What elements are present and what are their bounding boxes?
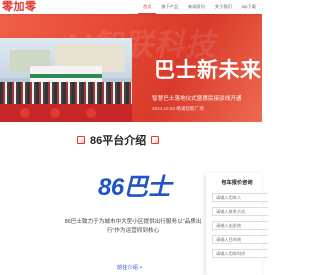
intro-description: 86巴士致力于为城市中大型小区提供出行服务以"品质出行"作为运营抓到核心 [64,219,202,234]
banner-subtitle: 智慧巴士落地仪式暨惠民接驳线开通 [152,96,242,102]
banner-headline: 巴士新未来 [154,59,262,82]
charter-quote-form: 包车报价咨询 [206,173,268,275]
form-title: 包车报价咨询 [221,180,253,186]
title-decor-icon [151,136,160,144]
banner-date: 2024.10.23 杨浦智能广场 [152,106,204,111]
hero-banner[interactable]: AI智联科技 巴士新未来 智慧巴士落地仪式暨惠民接驳线开通 2024.10.23… [0,14,262,122]
destination-field[interactable] [212,235,268,244]
nav-download[interactable]: top下载 [237,0,261,14]
nav-home[interactable]: 首页 [138,0,157,14]
site-logo[interactable]: 零加零 [2,0,37,14]
brand-logo-86bus: 86巴士 [98,174,171,201]
user-name-field[interactable] [212,193,268,202]
departure-field[interactable] [212,221,268,230]
nav-products[interactable]: 旗下产品 [156,0,183,14]
nav-news[interactable]: 新闻资讯 [183,0,210,14]
phone-field[interactable] [212,207,268,216]
main-nav: 首页 旗下产品 新闻资讯 关于我们 top下载 [138,0,261,14]
nav-about[interactable]: 关于我们 [210,0,237,14]
top-navbar: 零加零 首页 旗下产品 新闻资讯 关于我们 top下载 [0,0,262,14]
time-field[interactable] [212,249,268,258]
section-title-wrap: 86平台介绍 [72,132,164,148]
event-photo [0,38,132,122]
section-title: 86平台介绍 [90,135,147,147]
title-decor-icon [77,136,85,144]
intro-more-link[interactable]: 前往介绍 > [117,264,142,271]
